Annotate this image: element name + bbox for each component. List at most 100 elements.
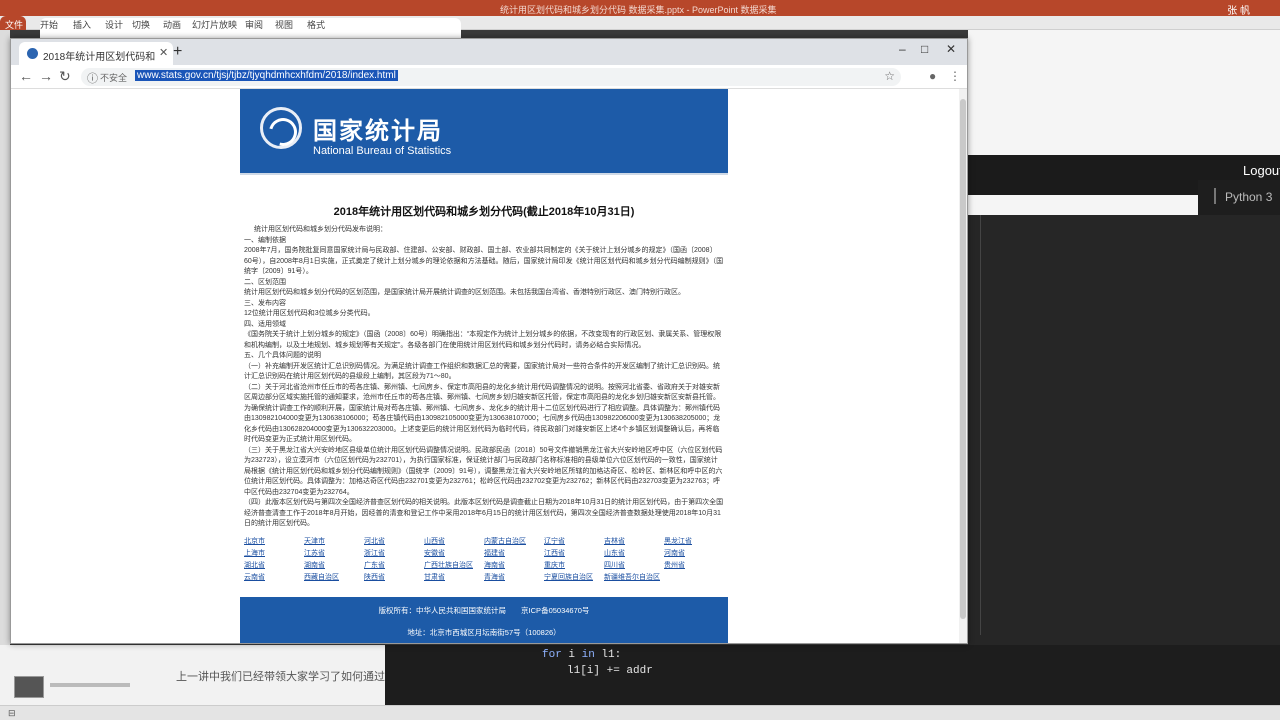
province-link[interactable]: 吉林省: [604, 536, 664, 547]
province-link[interactable]: 江西省: [544, 548, 604, 559]
notebook-dark-area: [968, 215, 1280, 645]
close-window-icon[interactable]: ✕: [946, 42, 956, 56]
province-link[interactable]: 贵州省: [664, 560, 724, 571]
logout-button[interactable]: Logout: [1243, 163, 1280, 178]
browser-toolbar: ← → ↻ ⓘ 不安全 www.stats.gov.cn/tjsj/tjbz/t…: [11, 65, 967, 89]
province-link[interactable]: 山西省: [424, 536, 484, 547]
menu-icon[interactable]: ⋮: [949, 69, 961, 83]
notes-paragraph: （四）此版本区划代码与第四次全国经济普查区划代码的相关说明。此版本区划代码是调查…: [244, 499, 724, 527]
page-scrollbar[interactable]: [959, 89, 967, 643]
url-text[interactable]: www.stats.gov.cn/tjsj/tjbz/tjyqhdmhcxhfd…: [135, 70, 398, 81]
page-viewport: 国家统计局 National Bureau of Statistics 2018…: [11, 89, 967, 643]
province-link[interactable]: 重庆市: [544, 560, 604, 571]
notes-text[interactable]: 上一讲中我们已经带领大家学习了如何通过 Req: [176, 668, 408, 684]
province-link[interactable]: 四川省: [604, 560, 664, 571]
kernel-divider: [1214, 188, 1216, 204]
site-banner: 国家统计局 National Bureau of Statistics: [240, 89, 728, 175]
province-link[interactable]: 安徽省: [424, 548, 484, 559]
ppt-user-name[interactable]: 张 帆: [1227, 2, 1250, 17]
code-keyword-for: for: [542, 649, 562, 661]
status-slide-info: ⊟: [8, 708, 16, 718]
bookmark-star-icon[interactable]: ☆: [884, 69, 895, 83]
scrollbar-thumb[interactable]: [960, 99, 966, 619]
province-link[interactable]: 新疆维吾尔自治区: [604, 572, 664, 583]
ppt-ribbon-tabs: 文件 开始 插入 设计 切换 动画 幻灯片放映 审阅 视图 格式: [0, 16, 1280, 41]
forward-icon[interactable]: →: [39, 68, 53, 84]
ppt-window-title: 统计用区划代码和城乡划分代码 数据采集.pptx - PowerPoint 数据…: [500, 5, 777, 15]
notes-paragraph: 《国务院关于统计上划分城乡的规定》（国函〔2008〕60号）明确指出：“本规定作…: [244, 331, 722, 349]
ppt-slide-pane: [0, 30, 10, 720]
province-link[interactable]: 黑龙江省: [664, 536, 724, 547]
province-link[interactable]: 青海省: [484, 572, 544, 583]
notes-paragraph: 2008年7月，国务院批复同意国家统计局与民政部、住建部、公安部、财政部、国土部…: [244, 247, 724, 275]
province-link[interactable]: 河北省: [364, 536, 424, 547]
slide-thumbnail[interactable]: [14, 676, 44, 698]
profile-icon[interactable]: ●: [929, 69, 936, 83]
province-link[interactable]: 浙江省: [364, 548, 424, 559]
province-link[interactable]: 福建省: [484, 548, 544, 559]
province-link[interactable]: 湖北省: [244, 560, 304, 571]
province-link[interactable]: 云南省: [244, 572, 304, 583]
editor-gutter-line: [980, 215, 981, 635]
kernel-name: Python 3: [1225, 190, 1273, 204]
province-link[interactable]: 陕西省: [364, 572, 424, 583]
province-link[interactable]: 湖南省: [304, 560, 364, 571]
org-name-en: National Bureau of Statistics: [313, 145, 452, 157]
code-line-1: for i in l1:: [542, 649, 621, 661]
favicon-icon: [27, 48, 38, 59]
kernel-indicator: Python 3: [1198, 180, 1280, 215]
notes-paragraph: 五、几个具体问题的说明: [244, 352, 321, 359]
notes-paragraph: 12位统计用区划代码和3位城乡分类代码。: [244, 310, 375, 317]
notes-paragraph: （二）关于河北省沧州市任丘市的苟各庄镇、鄚州镇、七间房乡、保定市高阳县的龙化乡统…: [244, 383, 721, 444]
ppt-titlebar: 统计用区划代码和城乡划分代码 数据采集.pptx - PowerPoint 数据…: [0, 0, 1280, 17]
footer-copyright: 版权所有：中华人民共和国国家统计局 京ICP备05034670号: [378, 606, 590, 615]
notes-paragraph: 三、发布内容: [244, 299, 286, 307]
reload-icon[interactable]: ↻: [59, 68, 71, 85]
minimize-icon[interactable]: –: [899, 42, 906, 56]
notes-paragraph: 四、适用领域: [244, 320, 286, 328]
new-tab-icon[interactable]: +: [173, 43, 182, 61]
browser-tabstrip: 2018年统计用区划代码和城乡划分代码 ✕ + – □ ✕: [11, 39, 967, 65]
province-link[interactable]: 天津市: [304, 536, 364, 547]
close-tab-icon[interactable]: ✕: [159, 46, 168, 59]
province-link[interactable]: 山东省: [604, 548, 664, 559]
province-link[interactable]: 甘肃省: [424, 572, 484, 583]
province-link[interactable]: 江苏省: [304, 548, 364, 559]
province-link[interactable]: 北京市: [244, 536, 304, 547]
address-bar[interactable]: ⓘ 不安全 www.stats.gov.cn/tjsj/tjbz/tjyqhdm…: [81, 68, 901, 86]
code-loop-iter: l1:: [594, 649, 622, 661]
ribbon-tab-file[interactable]: 文件: [0, 16, 26, 30]
province-link[interactable]: 河南省: [664, 548, 724, 559]
security-label: 不安全: [100, 73, 128, 83]
code-cell[interactable]: for i in l1: l1[i] += addr: [385, 645, 1280, 705]
footer-address: 地址：北京市西城区月坛南街57号（100826）: [407, 628, 561, 637]
stats-page: 国家统计局 National Bureau of Statistics 2018…: [240, 89, 728, 643]
code-loop-var: i: [561, 649, 582, 661]
maximize-icon[interactable]: □: [921, 42, 928, 56]
notes-paragraph: 统计用区划代码和城乡划分代码发布说明：: [254, 226, 387, 233]
notes-paragraph: （一）补充编制开发区统计汇总识别码情况。为满足统计调查工作组织和数据汇总的需要，…: [244, 362, 720, 381]
notes-paragraph: 统计用区划代码和城乡划分代码的区划范围，是国家统计局开展统计调查的区划范围。未包…: [244, 289, 685, 296]
code-line-2: l1[i] += addr: [567, 665, 653, 677]
browser-tab[interactable]: 2018年统计用区划代码和城乡划分代码 ✕: [19, 42, 173, 65]
site-footer: 版权所有：中华人民共和国国家统计局 京ICP备05034670号 地址：北京市西…: [240, 597, 728, 643]
province-link[interactable]: 西藏自治区: [304, 572, 364, 583]
release-notes: 统计用区划代码和城乡划分代码发布说明： 一、编制依据 2008年7月，国务院批复…: [244, 225, 724, 530]
province-link[interactable]: 上海市: [244, 548, 304, 559]
notes-paragraph: 二、区划范围: [244, 278, 286, 286]
ppt-status-bar: ⊟: [0, 705, 1280, 720]
slide-thumbnail-caption: [50, 683, 130, 687]
province-links: 北京市 天津市 河北省 山西省 内蒙古自治区 辽宁省 吉林省 黑龙江省 上海市 …: [244, 536, 724, 583]
code-keyword-in: in: [581, 649, 595, 661]
notes-paragraph: 一、编制依据: [244, 236, 286, 244]
browser-window: 2018年统计用区划代码和城乡划分代码 ✕ + – □ ✕ ← → ↻ ⓘ 不安…: [10, 38, 968, 644]
back-icon[interactable]: ←: [19, 68, 33, 84]
province-link[interactable]: 海南省: [484, 560, 544, 571]
province-link[interactable]: 宁夏回族自治区: [544, 572, 604, 583]
province-link[interactable]: 内蒙古自治区: [484, 536, 544, 547]
org-name-cn: 国家统计局: [313, 118, 443, 145]
info-icon[interactable]: ⓘ: [87, 70, 98, 86]
province-link[interactable]: 广东省: [364, 560, 424, 571]
province-link[interactable]: 广西壮族自治区: [424, 560, 484, 571]
province-link[interactable]: 辽宁省: [544, 536, 604, 547]
